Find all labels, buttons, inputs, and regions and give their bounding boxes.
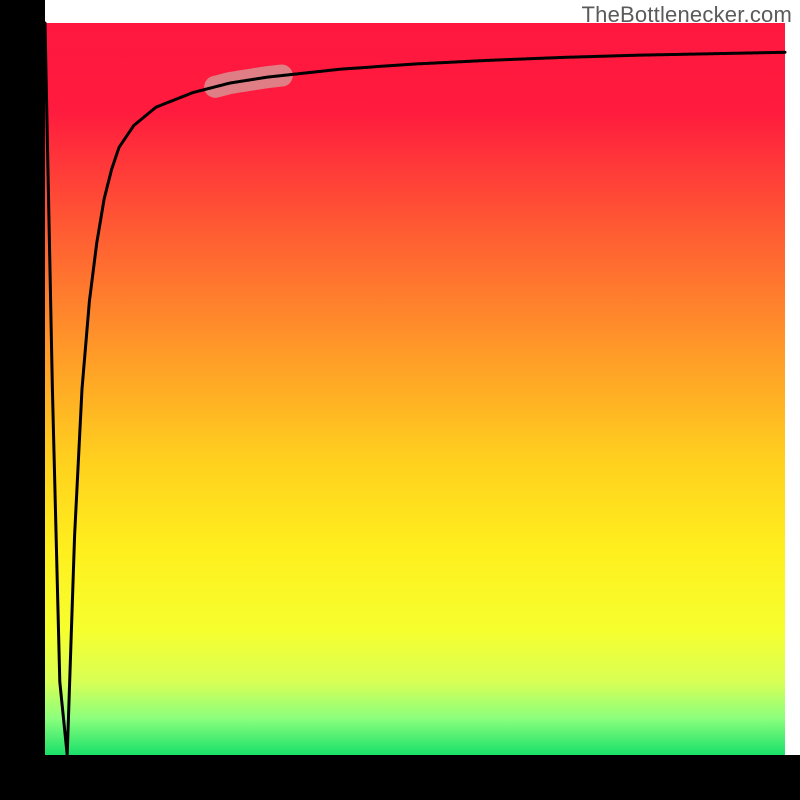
plot-background: [45, 23, 785, 755]
chart-frame: TheBottlenecker.com: [0, 0, 800, 800]
chart-svg: [0, 0, 800, 800]
y-axis: [0, 0, 45, 800]
watermark-text: TheBottlenecker.com: [582, 2, 792, 28]
x-axis: [0, 755, 800, 800]
